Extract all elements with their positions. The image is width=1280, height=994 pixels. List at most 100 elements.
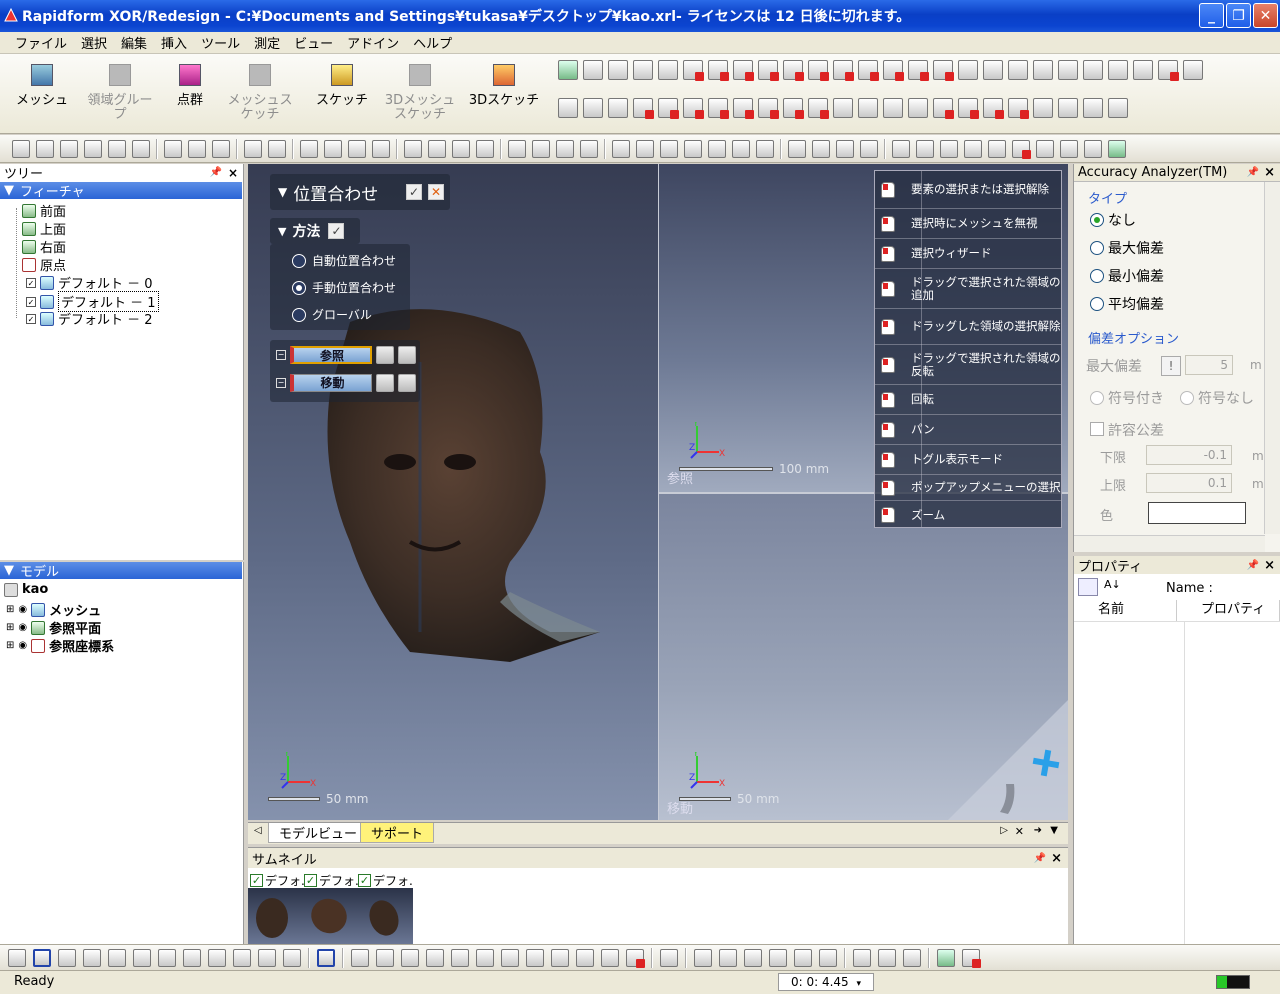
type-min-option[interactable]: 最小偏差: [1090, 266, 1164, 286]
upper-limit-input[interactable]: 0.1: [1146, 473, 1232, 493]
reference-button[interactable]: 参照: [290, 346, 372, 364]
render-hidden-icon[interactable]: [580, 139, 598, 158]
undo-icon[interactable]: [164, 139, 182, 158]
type-avg-option[interactable]: 平均偏差: [1090, 294, 1164, 314]
cube-back-icon[interactable]: [636, 139, 654, 158]
paint-select-icon[interactable]: [158, 948, 176, 967]
pin-icon[interactable]: 📌: [1034, 853, 1046, 864]
open-file-icon[interactable]: [36, 139, 54, 158]
tree-item-default-2[interactable]: ✓ デフォルト － 2: [26, 309, 153, 328]
type-max-option[interactable]: 最大偏差: [1090, 238, 1164, 258]
brush-select-icon[interactable]: [133, 948, 151, 967]
surface-split-icon[interactable]: [908, 98, 928, 118]
points-icon[interactable]: [658, 60, 678, 80]
flood-select-icon[interactable]: [183, 948, 201, 967]
filter-body-icon[interactable]: [476, 948, 494, 967]
checkbox-icon[interactable]: ✓: [26, 277, 36, 288]
visibility-surface-icon[interactable]: [964, 139, 982, 158]
extend-select-icon[interactable]: [208, 948, 226, 967]
model-viewport[interactable]: ▼ 位置合わせ ✓ ✕ ▼ 方法 ✓ 自動位置合わせ 手動位置合わせ グローバル: [248, 164, 1068, 820]
sweep-icon[interactable]: [733, 60, 754, 81]
plane-icon[interactable]: [558, 60, 578, 80]
tab-menu-icon[interactable]: ▼: [1050, 825, 1058, 836]
categorized-view-icon[interactable]: [1078, 578, 1098, 596]
ruler-icon[interactable]: [1083, 98, 1103, 118]
visibility-eye-icon[interactable]: ◉: [18, 604, 27, 615]
max-deviation-input[interactable]: 5: [1185, 355, 1233, 375]
surface-offset-icon[interactable]: [833, 98, 853, 118]
column-name[interactable]: 名前: [1074, 600, 1177, 621]
filter-surface-icon[interactable]: [551, 948, 569, 967]
save-file-icon[interactable]: [60, 139, 78, 158]
thumbnail-item-0[interactable]: ✓ デフォ.: [250, 872, 305, 889]
region-group-button[interactable]: 領域グループ: [82, 58, 158, 128]
confirm-icon[interactable]: ✓: [406, 184, 422, 200]
render-shaded-icon[interactable]: [532, 139, 550, 158]
knit-icon[interactable]: [708, 98, 729, 119]
link-icon[interactable]: [937, 948, 955, 967]
global-option[interactable]: グローバル: [292, 306, 372, 323]
circle-select-icon[interactable]: [58, 948, 76, 967]
sketch-button[interactable]: スケッチ: [304, 58, 380, 128]
select-all-icon[interactable]: [878, 948, 896, 967]
3d-mesh-sketch-button[interactable]: 3Dメッシュスケッチ: [382, 58, 458, 128]
surface-fit-icon[interactable]: [608, 98, 628, 118]
split-icon[interactable]: [983, 60, 1003, 80]
cube-bottom-icon[interactable]: [732, 139, 750, 158]
tab-scroll-right-icon[interactable]: ▷: [1000, 825, 1008, 836]
delete-face-icon[interactable]: [983, 98, 1004, 119]
blend-icon[interactable]: [758, 98, 779, 119]
main-view[interactable]: ▼ 位置合わせ ✓ ✕ ▼ 方法 ✓ 自動位置合わせ 手動位置合わせ グローバル: [248, 164, 658, 820]
filter-solid-icon[interactable]: [576, 948, 594, 967]
visibility-eye-icon[interactable]: ◉: [18, 622, 27, 633]
mesh-button[interactable]: メッシュ: [4, 58, 80, 128]
warning-icon[interactable]: !: [1161, 356, 1181, 376]
horizontal-scrollbar[interactable]: [1074, 535, 1265, 552]
menu-view[interactable]: ビュー: [287, 33, 340, 52]
align-icon[interactable]: [1108, 60, 1128, 80]
pin-icon[interactable]: 📌: [1247, 167, 1259, 178]
expand-icon[interactable]: ⊞: [6, 622, 14, 633]
clear-selection-icon[interactable]: [376, 374, 394, 392]
fillet-icon[interactable]: [808, 60, 829, 81]
confirm-action-icon[interactable]: [948, 700, 1068, 820]
tree-item-default-0[interactable]: ✓ デフォルト － 0: [26, 273, 153, 292]
minimize-button[interactable]: _: [1199, 3, 1224, 28]
clip-icon[interactable]: [836, 139, 854, 158]
surface-pattern-icon[interactable]: [883, 98, 903, 118]
auto-align-option[interactable]: 自動位置合わせ: [292, 252, 396, 269]
thicken-icon[interactable]: [933, 60, 954, 81]
cube-top-icon[interactable]: [708, 139, 726, 158]
zoom-in-icon[interactable]: [324, 139, 342, 158]
cylinder-select-icon[interactable]: [258, 948, 276, 967]
align-panel-title[interactable]: ▼ 位置合わせ ✓ ✕: [270, 174, 450, 210]
visibility-curves-icon[interactable]: [1036, 139, 1054, 158]
type-none-option[interactable]: なし: [1090, 210, 1136, 230]
expand-icon[interactable]: ⊞: [6, 604, 14, 615]
coordinate-system-icon[interactable]: [608, 60, 628, 80]
import-icon[interactable]: [84, 139, 102, 158]
chamfer-icon[interactable]: [833, 60, 854, 81]
boolean-icon[interactable]: [958, 60, 978, 80]
zoom-fit-icon[interactable]: [300, 139, 318, 158]
model-item-ref-coords[interactable]: ⊞ ◉ 参照座標系: [6, 636, 114, 655]
expand-selection-icon[interactable]: [962, 948, 981, 968]
filter-points-icon[interactable]: [376, 948, 394, 967]
visibility-all-icon[interactable]: [1108, 139, 1126, 158]
pin-icon[interactable]: 📌: [1247, 560, 1259, 571]
close-icon[interactable]: ×: [228, 166, 238, 180]
region-grid-icon[interactable]: [794, 948, 812, 967]
delete-icon[interactable]: [1158, 60, 1179, 81]
vertical-scrollbar[interactable]: [1264, 182, 1280, 534]
measure-icon[interactable]: [1183, 60, 1203, 80]
pin-icon[interactable]: 📌: [210, 167, 222, 178]
cube-front-icon[interactable]: [612, 139, 630, 158]
tab-model-view[interactable]: モデルビュー: [268, 823, 369, 843]
method-title[interactable]: ▼ 方法 ✓: [270, 218, 360, 244]
move-face-icon[interactable]: [1008, 98, 1029, 119]
tolerance-checkbox[interactable]: [1090, 422, 1104, 436]
menu-file[interactable]: ファイル: [8, 33, 74, 52]
extend-icon[interactable]: [633, 98, 654, 119]
model-item-ref-planes[interactable]: ⊞ ◉ 参照平面: [6, 618, 101, 637]
close-icon[interactable]: ×: [1264, 165, 1275, 180]
